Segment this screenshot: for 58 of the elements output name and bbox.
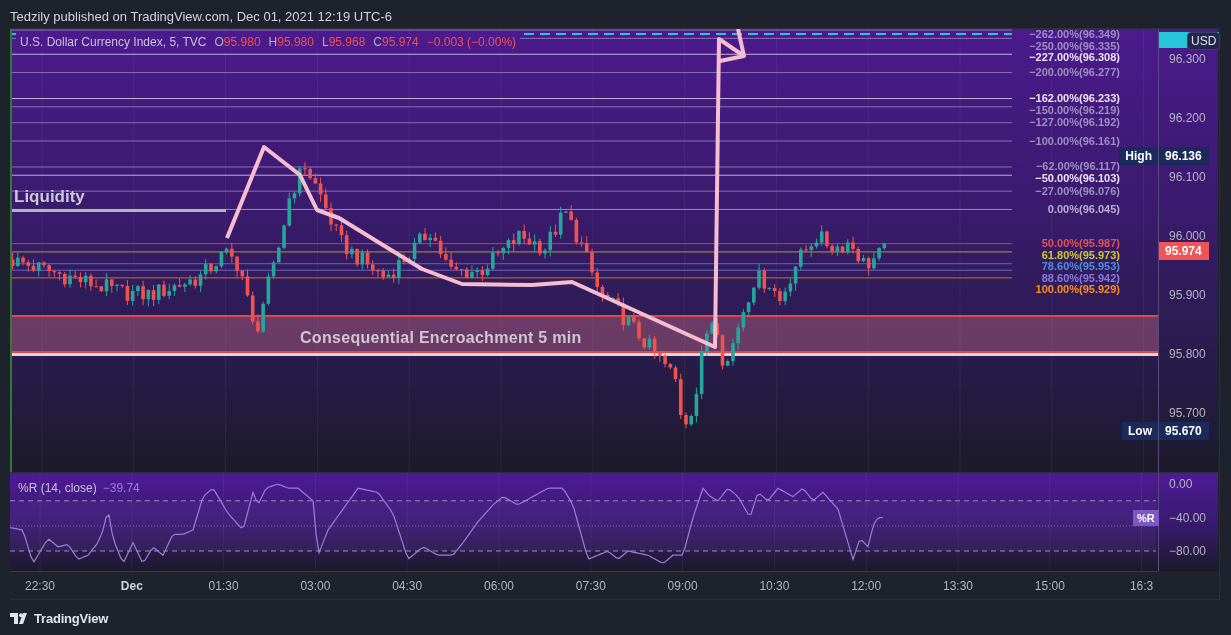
low-price-tag: 95.670	[1159, 421, 1209, 440]
fib-level-label: 61.80%(95.973)	[1041, 249, 1120, 261]
fib-level-label: −162.00%(96.233)	[1029, 93, 1120, 104]
time-label: 15:00	[1034, 579, 1065, 593]
time-label: 13:30	[943, 579, 973, 593]
fib-level-label: −62.00%(96.117)	[1035, 161, 1120, 173]
time-label: 06:00	[484, 579, 514, 593]
time-label: Dec	[120, 579, 143, 593]
time-label: 01:30	[208, 579, 239, 593]
ohlc-value: C95.974	[373, 35, 419, 49]
fib-level-label: −250.00%(96.335)	[1029, 40, 1120, 52]
time-label: 22:30	[25, 579, 55, 593]
fib-level-label: −150.00%(96.219)	[1029, 104, 1120, 116]
last-price-tag: 95.974	[1159, 242, 1209, 261]
fib-level-label: −262.00%(96.349)	[1029, 29, 1120, 40]
low-label: Low	[1122, 421, 1158, 440]
time-label: 03:00	[300, 579, 331, 593]
time-label: 09:00	[667, 579, 698, 593]
zone-label: Consequential Encroachment 5 min	[300, 329, 582, 347]
publish-info: Tedzily published on TradingView.com, Dec 01, 2021 12:19 UTC-6	[10, 9, 393, 24]
price-change: −0.003 (−0.00%)	[426, 35, 517, 49]
indicator-value: −39.74	[102, 481, 140, 495]
time-label: 04:30	[392, 579, 423, 593]
indicator-tick: −40.00	[1169, 510, 1207, 525]
fib-level-label: −200.00%(96.277)	[1029, 67, 1120, 79]
time-label: 16:3	[1129, 579, 1154, 593]
fib-level-label: −227.00%(96.308)	[1029, 52, 1120, 63]
fib-level-label: −100.00%(96.161)	[1029, 135, 1120, 147]
indicator-name: %R (14, close)	[18, 481, 97, 495]
price-tick: 96.000	[1169, 229, 1206, 243]
high-price-tag: 96.136	[1159, 146, 1209, 165]
price-tick: 95.900	[1169, 288, 1206, 302]
time-label: 12:00	[851, 579, 882, 593]
time-label: 07:30	[575, 579, 606, 593]
fib-level-label: 78.60%(95.953)	[1041, 261, 1120, 273]
ohlc-value: O95.980	[214, 35, 261, 49]
ohlc-value: L95.968	[321, 35, 366, 49]
indicator-tick: 0.00	[1169, 477, 1193, 491]
fib-level-label: 0.00%(96.045)	[1047, 203, 1120, 215]
price-tick: 95.700	[1169, 406, 1206, 420]
ohlc-value: H95.980	[268, 35, 314, 49]
fib-level-label: −27.00%(96.076)	[1035, 185, 1120, 197]
fib-level-label: −127.00%(96.192)	[1029, 117, 1120, 129]
brand-name: TradingView	[34, 611, 109, 626]
symbol-name: U.S. Dollar Currency Index, 5, TVC	[20, 35, 207, 49]
price-tick: 95.800	[1169, 347, 1206, 361]
fib-level-label: −50.00%(96.103)	[1035, 172, 1120, 184]
fib-level-label: 50.00%(95.987)	[1041, 238, 1120, 250]
price-tick: 96.200	[1169, 111, 1206, 125]
liquidity-label: Liquidity	[14, 187, 85, 207]
fib-level-label: 88.60%(95.942)	[1041, 272, 1120, 284]
price-tick: 96.100	[1169, 170, 1206, 184]
time-label: 10:30	[759, 579, 790, 593]
indicator-tick: −80.00	[1169, 544, 1207, 558]
price-tick: 96.300	[1169, 52, 1206, 66]
fib-level-label: 100.00%(95.929)	[1035, 284, 1120, 296]
high-label: High	[1119, 146, 1158, 165]
currency-button[interactable]: USD	[1187, 32, 1221, 50]
